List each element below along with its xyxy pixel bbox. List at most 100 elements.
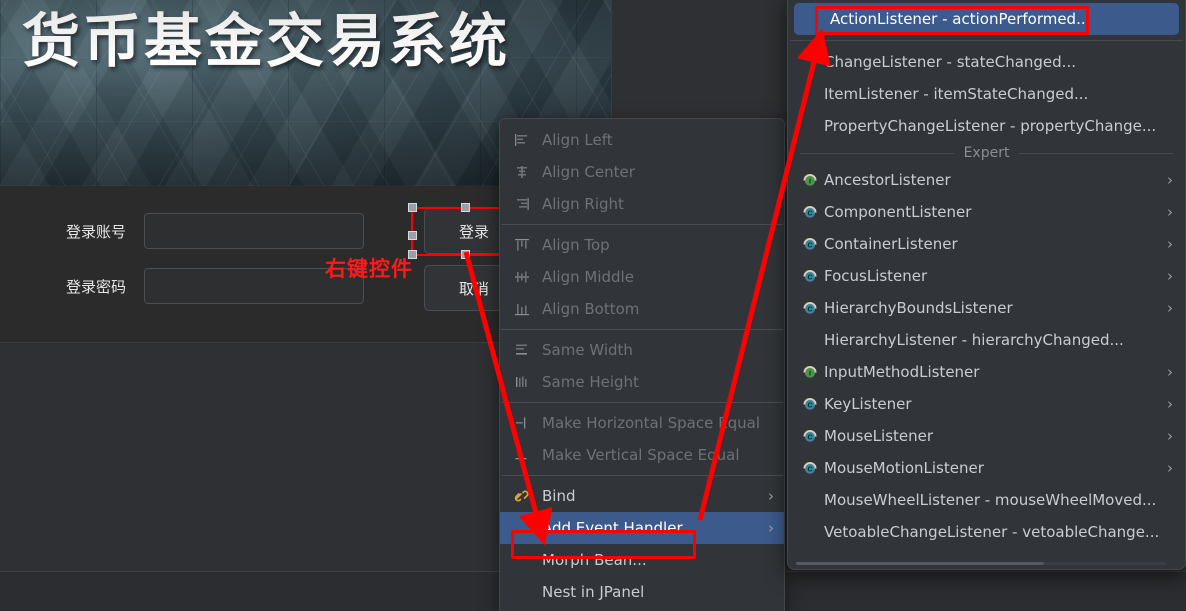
listener-menu-item-label: ChangeListener - stateChanged... (824, 53, 1076, 71)
listener-menu-item[interactable]: ItemListener - itemStateChanged... (788, 78, 1185, 110)
listener-menu-item[interactable]: C ContainerListener › (788, 228, 1185, 260)
login-password-label: 登录密码 (66, 278, 127, 296)
chevron-right-icon: › (1167, 395, 1173, 413)
listener-menu-item-label: AncestorListener (824, 171, 951, 189)
context-menu-item-label: Align Bottom (542, 300, 640, 318)
context-menu-item: Align Bottom (500, 293, 784, 325)
context-menu-item[interactable]: Morph Bean... (500, 544, 784, 576)
menu-separator (501, 224, 783, 225)
chevron-right-icon: › (1167, 203, 1173, 221)
none (512, 552, 532, 568)
event-listener-popup[interactable]: ActionListener - actionPerformed... Chang… (787, 0, 1186, 570)
login-button-label: 登录 (458, 222, 489, 241)
context-menu-item: Align Left (500, 124, 784, 156)
context-menu-item-label: Bind (542, 487, 576, 505)
class-icon: C (802, 268, 824, 284)
chevron-right-icon: › (1167, 363, 1173, 381)
listener-menu-item-label: FocusListener (824, 267, 928, 285)
context-menu-item-label: Same Height (542, 373, 639, 391)
chevron-right-icon: › (1167, 459, 1173, 477)
chevron-right-icon: › (1167, 299, 1173, 317)
listener-menu-item[interactable]: C HierarchyBoundsListener › (788, 292, 1185, 324)
listener-menu-item[interactable]: I InputMethodListener › (788, 356, 1185, 388)
listener-menu-item-label: HierarchyBoundsListener (824, 299, 1013, 317)
bind-link-icon (512, 488, 532, 504)
context-menu-item-label: Align Right (542, 195, 624, 213)
listener-menu-item[interactable]: ChangeListener - stateChanged... (788, 46, 1185, 78)
menu-separator (501, 329, 783, 330)
selection-handle-top-left[interactable] (408, 203, 417, 212)
context-menu-item-label: Add Event Handler (542, 519, 683, 537)
listener-menu-item[interactable]: PropertyChangeListener - propertyChange.… (788, 110, 1185, 142)
listener-menu-item-label: InputMethodListener (824, 363, 980, 381)
context-menu-item: Make Horizontal Space Equal (500, 407, 784, 439)
context-menu-item-label: Make Vertical Space Equal (542, 446, 740, 464)
listener-menu-item-label: MouseWheelListener - mouseWheelMoved... (824, 491, 1157, 509)
context-menu-item[interactable]: Nest in JPanel (500, 576, 784, 608)
context-menu-item[interactable]: Add Event Handler › (500, 512, 784, 544)
listener-menu-item-label: KeyListener (824, 395, 912, 413)
group-rule-left (800, 152, 954, 154)
selection-handle-bottom-center[interactable] (461, 250, 470, 259)
listener-menu-item-label: HierarchyListener - hierarchyChanged... (824, 331, 1124, 349)
context-menu-item-label: Align Left (542, 131, 613, 149)
login-account-input[interactable] (144, 213, 364, 249)
class-icon: C (802, 204, 824, 220)
class-icon: C (802, 396, 824, 412)
selection-handle-middle-left[interactable] (408, 231, 417, 240)
menu-separator (501, 475, 783, 476)
listener-menu-item[interactable]: VetoableChangeListener - vetoableChange.… (788, 516, 1185, 548)
group-rule-right (1019, 152, 1174, 154)
context-menu-item-label: Align Top (542, 236, 610, 254)
listener-menu-item[interactable]: MouseWheelListener - mouseWheelMoved... (788, 484, 1185, 516)
context-menu-item: Align Center (500, 156, 784, 188)
align-middle-icon (512, 269, 532, 285)
context-menu-item-label: Morph Bean... (542, 551, 647, 569)
chevron-right-icon: › (768, 519, 774, 537)
listener-menu-item[interactable]: I AncestorListener › (788, 164, 1185, 196)
context-menu-item-label: Align Middle (542, 268, 634, 286)
class-icon: C (802, 428, 824, 444)
menu-separator (501, 402, 783, 403)
align-left-icon (512, 132, 532, 148)
class-icon: C (802, 236, 824, 252)
selection-handle-top-center[interactable] (461, 203, 470, 212)
svg-text:I: I (809, 370, 811, 377)
component-context-menu[interactable]: Align Left Align Center Align Right Align T… (499, 118, 785, 611)
svg-text:C: C (807, 274, 812, 281)
context-menu-item-label: Align Center (542, 163, 635, 181)
listener-menu-item[interactable]: C MouseListener › (788, 420, 1185, 452)
svg-text:C: C (807, 434, 812, 441)
class-icon: C (802, 460, 824, 476)
listener-menu-item[interactable]: C FocusListener › (788, 260, 1185, 292)
listener-menu-item-label: ItemListener - itemStateChanged... (824, 85, 1089, 103)
listener-group-header-label: Expert (963, 145, 1010, 161)
none (512, 584, 532, 600)
none (512, 520, 532, 536)
same-height-icon (512, 374, 532, 390)
listener-menu-item-label: PropertyChangeListener - propertyChange.… (824, 117, 1157, 135)
svg-text:C: C (807, 242, 812, 249)
chevron-right-icon: › (768, 487, 774, 505)
listener-menu-item[interactable]: ActionListener - actionPerformed... (794, 3, 1179, 35)
context-menu-item-label: Same Width (542, 341, 633, 359)
svg-text:C: C (807, 210, 812, 217)
context-menu-item[interactable]: Bind › (500, 480, 784, 512)
banner-title: 货币基金交易系统 (22, 7, 511, 75)
screenshot-root: 货币基金交易系统 登录账号 登录密码 登录 取消 右键控件 Align Left… (0, 0, 1186, 611)
svg-text:C: C (807, 402, 812, 409)
class-icon: C (802, 300, 824, 316)
listener-menu-item-label: MouseListener (824, 427, 934, 445)
listener-menu-item[interactable]: C ComponentListener › (788, 196, 1185, 228)
h-space-equal-icon (512, 415, 532, 431)
align-center-icon (512, 164, 532, 180)
v-space-equal-icon (512, 447, 532, 463)
same-width-icon (512, 342, 532, 358)
listener-menu-item[interactable]: HierarchyListener - hierarchyChanged... (788, 324, 1185, 356)
listener-menu-item[interactable]: C MouseMotionListener › (788, 452, 1185, 484)
listener-menu-item[interactable]: C KeyListener › (788, 388, 1185, 420)
chevron-right-icon: › (1167, 427, 1173, 445)
listener-menu-item-label: ContainerListener (824, 235, 958, 253)
horizontal-scrollbar[interactable] (796, 562, 1166, 565)
listener-menu-item-label: VetoableChangeListener - vetoableChange.… (824, 523, 1160, 541)
